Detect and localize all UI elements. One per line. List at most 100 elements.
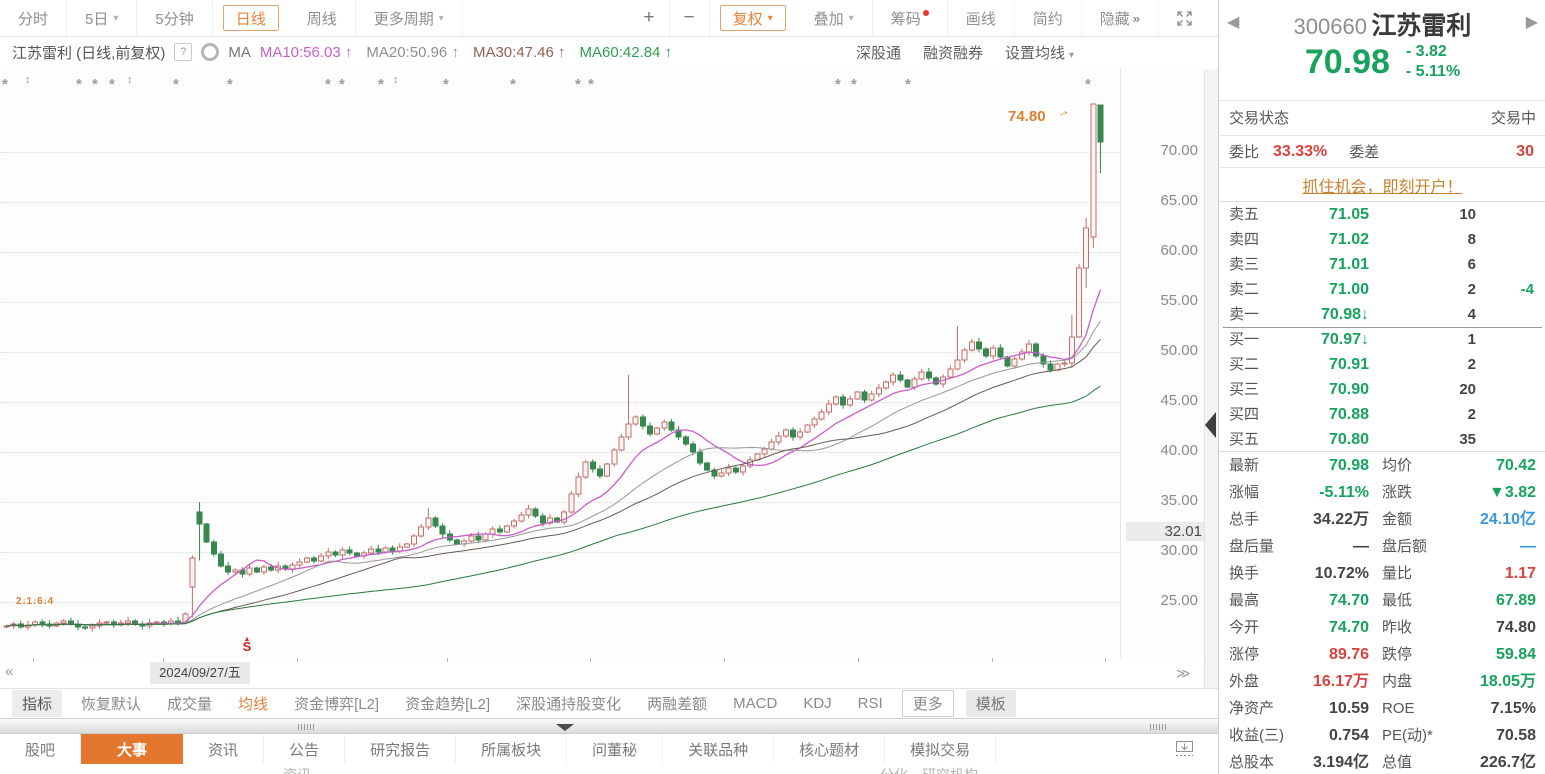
stat-row: 盘后量—盘后额— — [1219, 533, 1545, 560]
indicator-模板[interactable]: 模板 — [966, 690, 1016, 717]
stat-value: ▼3.82 — [1489, 479, 1536, 506]
tab-资讯[interactable]: 资讯 — [183, 734, 264, 764]
indicator-资金趋势[L2][interactable]: 资金趋势[L2] — [392, 693, 503, 714]
weibi-label: 委比 — [1229, 141, 1259, 162]
tool-画线[interactable]: 画线 — [948, 0, 1015, 36]
book-row-卖一: 卖一70.98↓4 — [1219, 302, 1545, 327]
period-更多周期[interactable]: 更多周期▾ — [356, 0, 463, 36]
red-dot-badge — [923, 10, 929, 16]
price-change-pct: - 5.11% — [1406, 63, 1460, 80]
book-level-label: 卖五 — [1229, 202, 1259, 227]
report-marker-icon: * — [92, 76, 98, 93]
indicator-两融差额[interactable]: 两融差额 — [634, 693, 720, 714]
tool-复权[interactable]: 复权▾ — [720, 5, 786, 31]
time-axis: « 2024/09/27/五 ≫ — [0, 658, 1218, 689]
chevron-down-icon: ▾ — [768, 13, 773, 24]
tool-隐藏[interactable]: 隐藏» — [1082, 0, 1159, 36]
panel-collapse-arrow-icon[interactable] — [1205, 412, 1216, 438]
stat-row: 最高74.70最低67.89 — [1219, 587, 1545, 614]
tool-叠加[interactable]: 叠加▾ — [796, 0, 873, 36]
divider-grip-icon[interactable] — [298, 724, 314, 730]
tool-简约[interactable]: 简约 — [1015, 0, 1082, 36]
tool-label: 隐藏 — [1100, 8, 1130, 29]
stat-value: 70.42 — [1496, 452, 1536, 479]
tab-大事[interactable]: 大事 — [81, 734, 183, 764]
book-qty: 2 — [1468, 352, 1476, 377]
stat-value: — — [1353, 533, 1369, 560]
tab-问董秘[interactable]: 问董秘 — [567, 734, 663, 764]
period-周线[interactable]: 周线 — [289, 0, 356, 36]
tool-label: + — [643, 7, 654, 29]
stat-row: 总手34.22万金额24.10亿 — [1219, 506, 1545, 533]
stat-row: 换手10.72%量比1.17 — [1219, 560, 1545, 587]
stat-label: 涨幅 — [1229, 479, 1259, 506]
tool-−[interactable]: − — [670, 0, 710, 36]
stat-value: 3.194亿 — [1313, 749, 1369, 774]
indicator-更多[interactable]: 更多 — [902, 690, 954, 717]
tab-所属板块[interactable]: 所属板块 — [456, 734, 567, 764]
y-axis-tick-label: 55.00 — [1126, 292, 1198, 309]
tab-研究报告[interactable]: 研究报告 — [345, 734, 456, 764]
stat-value: 1.17 — [1505, 560, 1536, 587]
y-axis-tick-label: 30.00 — [1126, 542, 1198, 559]
indicator-成交量[interactable]: 成交量 — [154, 693, 225, 714]
tool-+[interactable]: + — [629, 0, 669, 36]
tool-筹码[interactable]: 筹码 — [873, 0, 948, 36]
period-分时[interactable]: 分时 — [0, 0, 67, 36]
double-arrow-icon: » — [1133, 11, 1140, 26]
scroll-left-icon[interactable]: « — [5, 663, 13, 680]
stat-label: 盘后量 — [1229, 533, 1274, 560]
order-book: 卖五71.0510卖四71.028卖三71.016卖二71.002-4卖一70.… — [1219, 202, 1545, 452]
legend-link-融资融券[interactable]: 融资融券 — [923, 42, 983, 63]
indicator-深股通持股变化[interactable]: 深股通持股变化 — [503, 693, 634, 714]
book-price: 70.97↓ — [1269, 327, 1369, 352]
stat-value: 74.70 — [1329, 587, 1369, 614]
collapse-indicator-icon[interactable] — [556, 724, 574, 731]
legend-link-深股通[interactable]: 深股通 — [856, 42, 901, 63]
indicator-RSI[interactable]: RSI — [845, 695, 896, 712]
divider-grip-icon[interactable] — [1150, 724, 1166, 730]
legend-links: 深股通 融资融券 设置均线▾ — [856, 36, 1074, 68]
ma-settings-menu[interactable]: 设置均线▾ — [1005, 42, 1074, 63]
ma-value: MA30:47.46 ↑ — [473, 44, 566, 61]
dock-panel-icon[interactable] — [1176, 741, 1194, 762]
stat-label: ROE — [1382, 695, 1415, 722]
gear-icon[interactable] — [201, 43, 219, 61]
tab-股吧[interactable]: 股吧 — [0, 734, 81, 764]
book-extra: -4 — [1521, 277, 1534, 302]
stat-row: 总股本3.194亿总值226.7亿 — [1219, 749, 1545, 774]
tab-模拟交易[interactable]: 模拟交易 — [885, 734, 996, 764]
stat-label: 量比 — [1382, 560, 1412, 587]
tab-公告[interactable]: 公告 — [264, 734, 345, 764]
chevron-down-icon: ▾ — [849, 13, 854, 24]
y-axis-tick-label: 70.00 — [1126, 142, 1198, 159]
stat-label: 今开 — [1229, 614, 1259, 641]
period-5分钟[interactable]: 5分钟 — [137, 0, 212, 36]
stat-label: 总手 — [1229, 506, 1259, 533]
stat-row: 净资产10.59ROE7.15% — [1219, 695, 1545, 722]
indicator-资金博弈[L2][interactable]: 资金博弈[L2] — [281, 693, 392, 714]
stat-label: 均价 — [1382, 452, 1412, 479]
horizontal-scrollbar[interactable] — [0, 718, 1218, 734]
candlestick-chart[interactable]: *↕***↕*****↕******** 70.0065.0060.0055.0… — [0, 68, 1218, 658]
chart-legend-row: 江苏雷利 (日线,前复权) ? MA MA10:56.03 ↑MA20:50.9… — [0, 36, 1218, 68]
stat-label: 总值 — [1382, 749, 1412, 774]
indicator-均线[interactable]: 均线 — [225, 693, 281, 714]
book-row-卖二: 卖二71.002-4 — [1219, 277, 1545, 302]
help-icon[interactable]: ? — [174, 43, 192, 61]
book-row-买四: 买四70.882 — [1219, 402, 1545, 427]
stat-label: 总股本 — [1229, 749, 1274, 774]
scroll-right-icon[interactable]: ≫ — [1176, 665, 1191, 682]
period-日线[interactable]: 日线 — [223, 5, 279, 31]
indicator-MACD[interactable]: MACD — [720, 695, 790, 712]
indicator-恢复默认[interactable]: 恢复默认 — [68, 693, 154, 714]
open-account-link[interactable]: 抓住机会，即刻开户！ — [1302, 173, 1462, 197]
high-price-annotation: 74.80 — [1008, 108, 1046, 125]
fullscreen-icon[interactable] — [1159, 0, 1210, 36]
book-level-label: 买五 — [1229, 427, 1259, 452]
tab-关联品种[interactable]: 关联品种 — [663, 734, 774, 764]
period-5日[interactable]: 5日▾ — [67, 0, 137, 36]
tab-核心题材[interactable]: 核心题材 — [774, 734, 885, 764]
indicator-指标[interactable]: 指标 — [12, 690, 62, 717]
indicator-KDJ[interactable]: KDJ — [790, 695, 844, 712]
